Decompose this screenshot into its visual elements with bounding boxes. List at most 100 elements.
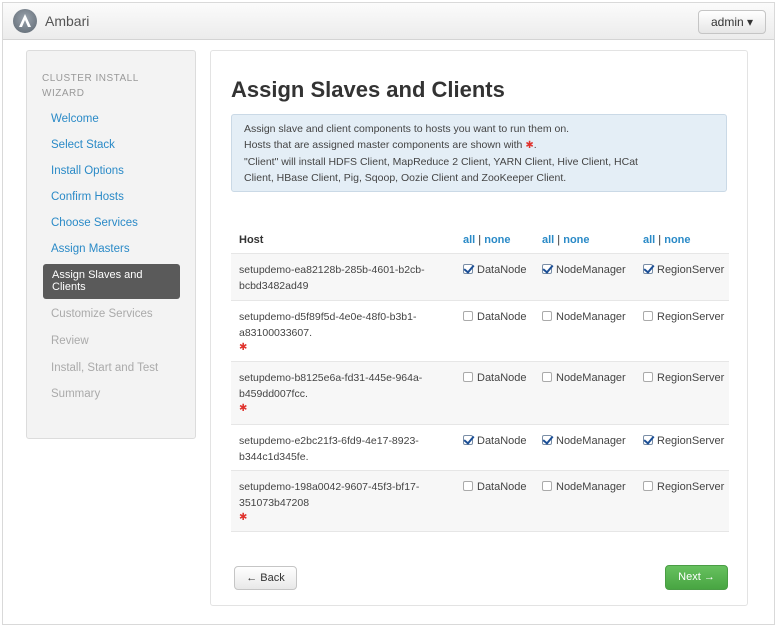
datanode-checkbox[interactable]: DataNode — [463, 264, 527, 276]
host-name: setupdemo-e2bc21f3-6fd9-4e17-8923-b344c1… — [239, 433, 454, 465]
checkbox-label: DataNode — [477, 435, 527, 447]
nodemanager-select-none-link[interactable]: none — [563, 234, 589, 246]
host-name: setupdemo-b8125e6a-fd31-445e-964a-b459dd… — [239, 370, 454, 414]
nodemanager-checkbox[interactable]: NodeManager — [542, 481, 626, 493]
table-row: setupdemo-ea82128b-285b-4601-b2cb-bcbd34… — [231, 254, 729, 301]
sidebar-item-assign-masters[interactable]: Assign Masters — [51, 243, 130, 255]
nodemanager-checkbox[interactable]: NodeManager — [542, 264, 626, 276]
back-button[interactable]: ← Back — [234, 566, 297, 590]
checkbox-label: RegionServer — [657, 435, 725, 447]
checkbox-label: DataNode — [477, 311, 527, 323]
host-name: setupdemo-d5f89f5d-4e0e-48f0-b3b1-a83100… — [239, 309, 454, 353]
checkbox-label: RegionServer — [657, 372, 725, 384]
sidebar-item-assign-slaves-and-clients[interactable]: Assign Slaves and Clients — [43, 264, 180, 299]
host-name-text: setupdemo-d5f89f5d-4e0e-48f0-b3b1-a83100… — [239, 311, 417, 339]
master-host-marker-icon: ✱ — [239, 512, 248, 523]
browser-window: Ambari admin ▾ CLUSTER INSTALL WIZARD We… — [2, 2, 775, 625]
checkbox-label: NodeManager — [556, 264, 626, 276]
host-name-text: setupdemo-e2bc21f3-6fd9-4e17-8923-b344c1… — [239, 435, 419, 463]
datanode-checkbox[interactable]: DataNode — [463, 372, 527, 384]
wizard-sidebar: CLUSTER INSTALL WIZARD Welcome Select St… — [26, 50, 196, 439]
checkbox-label: NodeManager — [556, 481, 626, 493]
regionserver-checkbox[interactable]: RegionServer — [643, 481, 724, 493]
nodemanager-checkbox[interactable]: NodeManager — [542, 435, 626, 447]
checkbox-checked-icon[interactable] — [643, 435, 653, 445]
datanode-checkbox[interactable]: DataNode — [463, 435, 527, 447]
regionserver-select-links: all | none — [643, 234, 691, 246]
info-line: Assign slave and client components to ho… — [244, 123, 570, 135]
host-column-header: Host — [239, 234, 264, 246]
datanode-select-links: all | none — [463, 234, 511, 246]
regionserver-checkbox[interactable]: RegionServer — [643, 435, 724, 447]
regionserver-checkbox[interactable]: RegionServer — [643, 264, 724, 276]
checkbox-label: NodeManager — [556, 311, 626, 323]
nodemanager-select-links: all | none — [542, 234, 590, 246]
info-line: Hosts that are assigned master component… — [244, 139, 537, 151]
regionserver-select-all-link[interactable]: all — [643, 234, 655, 246]
datanode-checkbox[interactable]: DataNode — [463, 311, 527, 323]
sidebar-item-summary: Summary — [51, 388, 101, 400]
master-host-marker-icon: ✱ — [239, 342, 248, 353]
checkbox-unchecked-icon[interactable] — [643, 481, 653, 491]
next-button[interactable]: Next → — [665, 565, 728, 590]
nodemanager-select-all-link[interactable]: all — [542, 234, 554, 246]
host-name: setupdemo-ea82128b-285b-4601-b2cb-bcbd34… — [239, 262, 454, 294]
app-title: Ambari — [45, 13, 90, 29]
regionserver-select-none-link[interactable]: none — [664, 234, 690, 246]
checkbox-label: NodeManager — [556, 372, 626, 384]
sidebar-item-welcome[interactable]: Welcome — [51, 113, 99, 125]
required-marker-icon: ✱ — [525, 140, 534, 151]
checkbox-unchecked-icon[interactable] — [463, 311, 473, 321]
info-alert: Assign slave and client components to ho… — [231, 114, 727, 192]
checkbox-checked-icon[interactable] — [463, 435, 473, 445]
checkbox-label: DataNode — [477, 481, 527, 493]
checkbox-checked-icon[interactable] — [463, 264, 473, 274]
sidebar-item-confirm-hosts[interactable]: Confirm Hosts — [51, 191, 124, 203]
datanode-checkbox[interactable]: DataNode — [463, 481, 527, 493]
page-title: Assign Slaves and Clients — [231, 77, 505, 102]
nodemanager-checkbox[interactable]: NodeManager — [542, 311, 626, 323]
ambari-logo-icon — [13, 9, 37, 33]
checkbox-unchecked-icon[interactable] — [643, 372, 653, 382]
sidebar-item-install-start-test: Install, Start and Test — [51, 362, 159, 374]
user-menu-button[interactable]: admin ▾ — [698, 10, 766, 34]
checkbox-label: RegionServer — [657, 311, 725, 323]
checkbox-checked-icon[interactable] — [643, 264, 653, 274]
sidebar-item-customize-services: Customize Services — [51, 308, 153, 320]
checkbox-unchecked-icon[interactable] — [542, 372, 552, 382]
host-name-text: setupdemo-b8125e6a-fd31-445e-964a-b459dd… — [239, 372, 423, 400]
table-row: setupdemo-198a0042-9607-45f3-bf17-351073… — [231, 471, 729, 532]
table-row: setupdemo-d5f89f5d-4e0e-48f0-b3b1-a83100… — [231, 301, 729, 362]
regionserver-checkbox[interactable]: RegionServer — [643, 372, 724, 384]
checkbox-checked-icon[interactable] — [542, 435, 552, 445]
top-navbar: Ambari admin ▾ — [3, 3, 774, 40]
host-name-text: setupdemo-198a0042-9607-45f3-bf17-351073… — [239, 481, 420, 509]
host-name-text: setupdemo-ea82128b-285b-4601-b2cb-bcbd34… — [239, 264, 425, 292]
datanode-select-none-link[interactable]: none — [484, 234, 510, 246]
checkbox-unchecked-icon[interactable] — [542, 311, 552, 321]
table-row: setupdemo-e2bc21f3-6fd9-4e17-8923-b344c1… — [231, 425, 729, 471]
wizard-title: CLUSTER INSTALL WIZARD — [42, 73, 139, 99]
sidebar-item-select-stack[interactable]: Select Stack — [51, 139, 115, 151]
checkbox-unchecked-icon[interactable] — [463, 481, 473, 491]
checkbox-label: RegionServer — [657, 264, 725, 276]
table-row: setupdemo-b8125e6a-fd31-445e-964a-b459dd… — [231, 362, 729, 425]
checkbox-label: NodeManager — [556, 435, 626, 447]
host-name: setupdemo-198a0042-9607-45f3-bf17-351073… — [239, 479, 454, 523]
main-panel: Assign Slaves and Clients Assign slave a… — [210, 50, 748, 606]
regionserver-checkbox[interactable]: RegionServer — [643, 311, 724, 323]
sidebar-item-install-options[interactable]: Install Options — [51, 165, 124, 177]
checkbox-unchecked-icon[interactable] — [643, 311, 653, 321]
checkbox-checked-icon[interactable] — [542, 264, 552, 274]
checkbox-label: DataNode — [477, 372, 527, 384]
checkbox-label: DataNode — [477, 264, 527, 276]
info-line: Client, HBase Client, Pig, Sqoop, Oozie … — [244, 172, 567, 184]
nodemanager-checkbox[interactable]: NodeManager — [542, 372, 626, 384]
master-host-marker-icon: ✱ — [239, 403, 248, 414]
sidebar-item-review: Review — [51, 335, 89, 347]
datanode-select-all-link[interactable]: all — [463, 234, 475, 246]
checkbox-unchecked-icon[interactable] — [542, 481, 552, 491]
info-line: "Client" will install HDFS Client, MapRe… — [244, 156, 638, 168]
checkbox-unchecked-icon[interactable] — [463, 372, 473, 382]
sidebar-item-choose-services[interactable]: Choose Services — [51, 217, 138, 229]
